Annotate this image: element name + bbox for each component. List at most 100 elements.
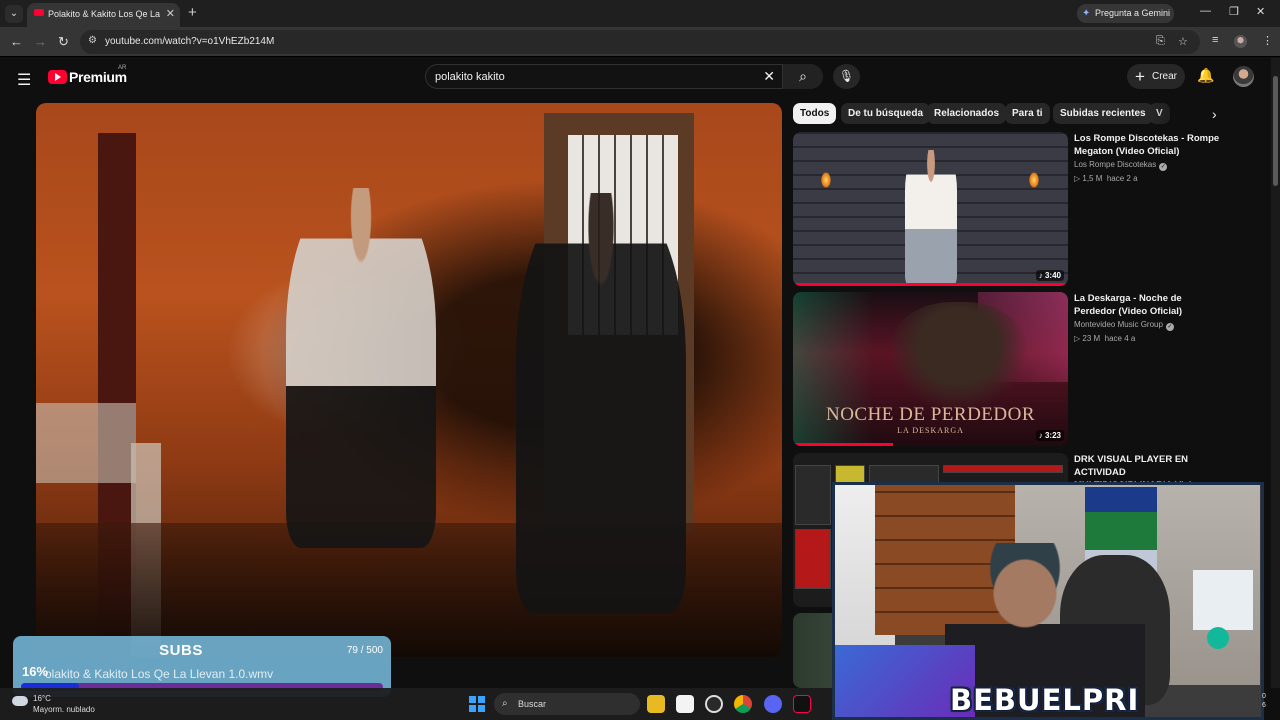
subs-percent: 16%	[22, 664, 49, 679]
subs-label: SUBS	[159, 642, 203, 659]
gemini-button[interactable]: ✦ Pregunta a Gemini	[1077, 4, 1174, 23]
view-count: 23 M	[1082, 334, 1101, 343]
window-close-button[interactable]: ✕	[1256, 5, 1265, 18]
chevron-right-icon[interactable]: ›	[1212, 106, 1217, 122]
clear-search-icon[interactable]: ✕	[763, 68, 775, 85]
tab-close-icon[interactable]: ✕	[166, 7, 175, 20]
obs-icon[interactable]	[705, 695, 723, 713]
browser-tab-strip: ⌄ Polakito & Kakito Los Qe La Llev ✕ + ✦…	[0, 0, 1280, 27]
cam-balloon	[1207, 627, 1229, 649]
tab-title: Polakito & Kakito Los Qe La Llev	[48, 9, 160, 19]
video-player[interactable]	[36, 103, 782, 657]
guide-menu-icon[interactable]: ☰	[17, 70, 31, 90]
channel-name[interactable]: Montevideo Music Group ✓	[1074, 320, 1174, 331]
page-scrollbar[interactable]	[1271, 58, 1280, 688]
browser-tab[interactable]: Polakito & Kakito Los Qe La Llev ✕	[27, 3, 180, 27]
thumbnail-singer	[888, 302, 1028, 412]
logo-text: Premium	[69, 69, 127, 85]
chip-para-ti[interactable]: Para ti	[1005, 103, 1050, 124]
video-thumbnail[interactable]: NOCHE DE PERDEDOR LA DESKARGA ♪ 3:23	[793, 292, 1068, 446]
microphone-icon: 🎙	[838, 69, 855, 83]
upload-age: hace 4 a	[1104, 334, 1136, 343]
tiktok-icon[interactable]	[793, 695, 811, 713]
chip-relacionados[interactable]: Relacionados	[927, 103, 1007, 124]
verified-icon: ✓	[1159, 163, 1168, 171]
create-button[interactable]: + Crear	[1127, 64, 1185, 89]
youtube-favicon-icon	[34, 9, 44, 16]
now-playing-text: olakito & Kakito Los Qe La Llevan 1.0.wm…	[45, 667, 274, 681]
discord-icon[interactable]	[764, 695, 782, 713]
create-label: Crear	[1152, 71, 1178, 82]
voice-search-button[interactable]: 🎙	[833, 64, 860, 89]
thumbnail-torch-left	[821, 172, 831, 188]
new-tab-button[interactable]: +	[188, 4, 197, 21]
reading-list-icon[interactable]: ≡	[1212, 34, 1218, 46]
duration-text: 3:40	[1044, 271, 1061, 280]
site-info-icon[interactable]: ⚙	[88, 35, 97, 46]
thumbnail-title-text: NOCHE DE PERDEDOR	[825, 404, 1036, 425]
watched-progress-bar	[793, 443, 893, 446]
minimize-button[interactable]: —	[1200, 5, 1211, 17]
video-meta: ▷ 1,5 M hace 2 a	[1074, 174, 1138, 183]
country-code: AR	[118, 65, 127, 71]
video-meta: ▷ 23 M hace 4 a	[1074, 334, 1136, 343]
search-input[interactable]: polakito kakito ✕	[425, 64, 783, 89]
tab-search-button[interactable]: ⌄	[5, 5, 23, 23]
chip-todos[interactable]: Todos	[793, 103, 837, 124]
chrome-icon[interactable]	[734, 695, 752, 713]
chip-subidas-recientes[interactable]: Subidas recientes	[1053, 103, 1153, 124]
back-button[interactable]: ←	[10, 34, 23, 49]
system-tray[interactable]: 06	[1262, 692, 1266, 710]
forward-button[interactable]: →	[34, 34, 47, 49]
duration-text: 3:23	[1044, 431, 1061, 440]
taskbar-search[interactable]: ⌕ Buscar	[494, 693, 640, 715]
upload-age: hace 2 a	[1106, 174, 1138, 183]
search-icon: ⌕	[502, 698, 508, 709]
app-icon[interactable]	[676, 695, 694, 713]
video-thumbnail[interactable]: ♪ 3:40	[793, 132, 1068, 286]
channel-name[interactable]: Los Rompe Discotekas ✓	[1074, 160, 1168, 171]
watched-progress-bar	[793, 283, 1068, 286]
windows-start-icon[interactable]	[469, 696, 485, 712]
tray-line-2: 6	[1262, 702, 1266, 709]
notifications-bell-icon[interactable]: 🔔	[1197, 67, 1214, 84]
file-explorer-icon[interactable]	[647, 695, 665, 713]
cam-white-cabinet	[1193, 570, 1253, 630]
thumbnail-artist-text: LA DESKARGA	[897, 426, 964, 435]
browser-menu-icon[interactable]: ⋮	[1262, 34, 1273, 47]
account-avatar[interactable]	[1233, 66, 1254, 87]
thumbnail-panel	[795, 465, 831, 525]
thumbnail-torch-right	[1029, 172, 1039, 188]
bookmark-star-icon[interactable]: ☆	[1178, 35, 1188, 48]
duration-badge: ♪ 3:40	[1035, 270, 1064, 281]
duration-badge: ♪ 3:23	[1035, 430, 1064, 441]
verified-icon: ✓	[1165, 323, 1174, 331]
install-app-icon[interactable]: ⎘	[1156, 35, 1165, 48]
url-text: youtube.com/watch?v=o1VhEZb214M	[105, 36, 275, 47]
scrollbar-thumb[interactable]	[1273, 76, 1278, 186]
recommended-video[interactable]: ♪ 3:40 Los Rompe Discotekas - Rompe Mega…	[793, 132, 1223, 288]
tray-line-1: 0	[1262, 693, 1266, 700]
subs-count: 79 / 500	[346, 645, 383, 656]
weather-desc: Mayorm. nublado	[33, 705, 95, 714]
video-title[interactable]: Los Rompe Discotekas - Rompe Megaton (Vi…	[1074, 132, 1222, 158]
browser-profile-avatar[interactable]	[1234, 35, 1247, 48]
youtube-play-icon	[48, 70, 67, 84]
video-title[interactable]: La Deskarga - Noche de Perdedor (Video O…	[1074, 292, 1222, 318]
chip-de-tu-busqueda[interactable]: De tu búsqueda	[841, 103, 931, 124]
reload-button[interactable]: ↻	[58, 34, 69, 50]
thumbnail-panel	[943, 465, 1063, 473]
video-dancer-left	[286, 188, 436, 548]
video-dancer-right	[516, 193, 686, 613]
gemini-sparkle-icon: ✦	[1082, 8, 1091, 19]
channel-name-text: Montevideo Music Group	[1074, 320, 1163, 329]
search-button[interactable]: ⌕	[783, 64, 823, 89]
gemini-label: Pregunta a Gemini	[1095, 8, 1171, 18]
address-bar[interactable]: ⚙ youtube.com/watch?v=o1VhEZb214M ⎘ ☆	[80, 30, 1200, 54]
view-count: 1,5 M	[1082, 174, 1103, 183]
weather-temp: 16°C	[33, 694, 51, 703]
recommended-video[interactable]: NOCHE DE PERDEDOR LA DESKARGA ♪ 3:23 La …	[793, 292, 1223, 448]
video-scene-chair	[36, 403, 136, 483]
thumbnail-singer	[905, 150, 957, 286]
restore-button[interactable]: ❐	[1229, 5, 1239, 18]
